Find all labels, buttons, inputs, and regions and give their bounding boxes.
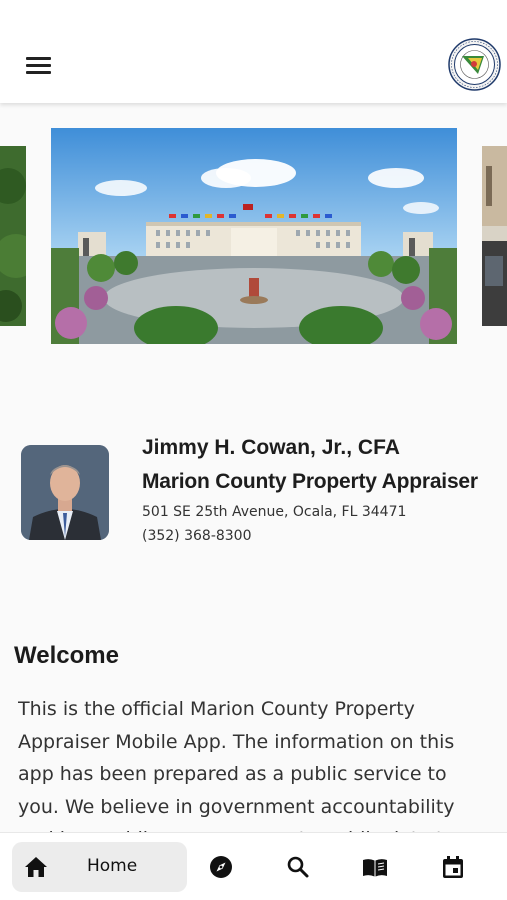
appraiser-photo	[21, 445, 109, 540]
nav-home-tab[interactable]: Home	[12, 842, 187, 892]
hamburger-menu-icon[interactable]	[22, 50, 56, 80]
appraiser-profile: Jimmy H. Cowan, Jr., CFA Marion County P…	[0, 430, 507, 560]
welcome-heading: Welcome	[14, 642, 119, 669]
welcome-text: This is the official Marion County Prope…	[18, 698, 455, 833]
nav-home-label: Home	[87, 856, 138, 876]
office-address[interactable]: 501 SE 25th Avenue, Ocala, FL 34471	[142, 504, 406, 520]
office-phone[interactable]: (352) 368-8300	[142, 528, 252, 544]
appraiser-name: Jimmy H. Cowan, Jr., CFA	[142, 436, 400, 459]
compass-icon[interactable]	[208, 854, 234, 880]
county-seal-logo	[448, 38, 501, 91]
app-bar	[0, 0, 507, 103]
calendar-icon[interactable]	[440, 854, 466, 880]
image-carousel[interactable]	[0, 128, 507, 344]
book-icon[interactable]	[362, 854, 388, 880]
carousel-slide-previous[interactable]	[0, 146, 26, 326]
bottom-navigation: Home	[0, 832, 507, 900]
carousel-slide-building[interactable]	[51, 128, 457, 344]
carousel-slide-next[interactable]	[482, 146, 507, 326]
appraiser-title: Marion County Property Appraiser	[142, 470, 478, 493]
search-icon[interactable]	[285, 854, 311, 880]
home-icon	[25, 857, 47, 877]
